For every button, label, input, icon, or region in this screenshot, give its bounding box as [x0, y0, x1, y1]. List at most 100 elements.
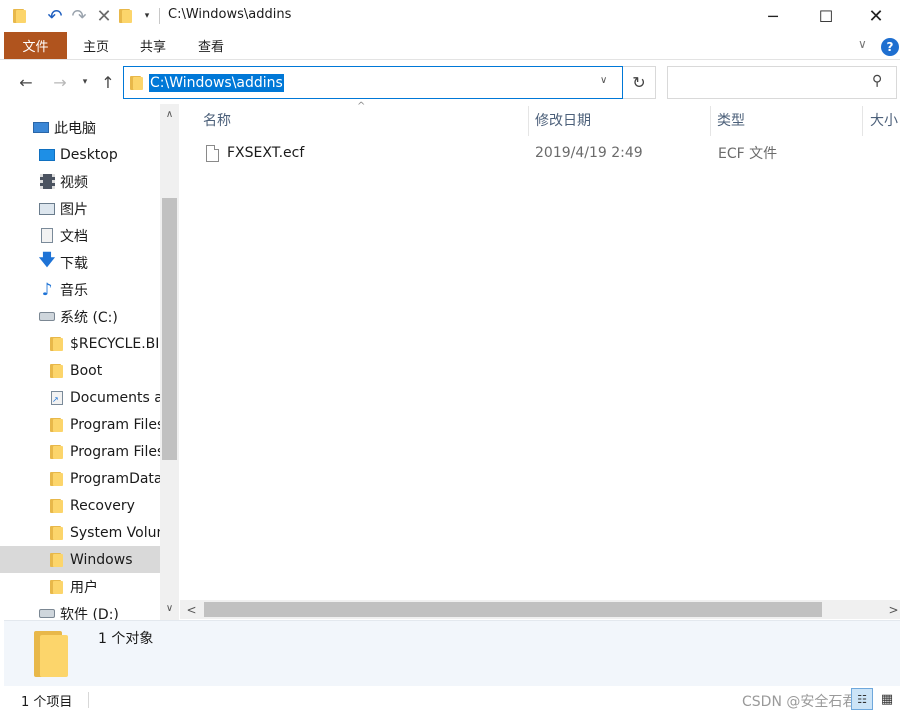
undo-icon[interactable]: ↶	[44, 0, 66, 32]
minimize-button[interactable]: ─	[746, 0, 800, 32]
column-header-modified[interactable]: 修改日期	[535, 108, 591, 132]
tree-item-label: Windows	[70, 551, 133, 568]
tree-item-this-pc[interactable]: 此电脑	[0, 114, 160, 141]
tree-item-folder[interactable]: ProgramData	[0, 465, 160, 492]
column-divider[interactable]	[528, 106, 529, 136]
column-header-name[interactable]: 名称	[203, 108, 231, 132]
address-dropdown-icon[interactable]: ∨	[600, 75, 607, 86]
navigation-pane-scrollbar[interactable]: ∧ ∨	[160, 104, 179, 620]
status-bar: 1 个项目 CSDN @安全石君 ☷ ▦	[0, 686, 900, 715]
tree-item-folder[interactable]: Recovery	[0, 492, 160, 519]
scrollbar-thumb[interactable]	[204, 602, 822, 617]
tree-item-videos[interactable]: 视频	[0, 168, 160, 195]
tree-item-label: Recovery	[70, 497, 135, 514]
up-button[interactable]: ↑	[96, 70, 120, 94]
table-row[interactable]: FXSEXT.ecf 2019/4/19 2:49 ECF 文件	[200, 140, 890, 166]
tree-item-label: ProgramData	[70, 470, 160, 487]
tree-item-folder[interactable]: Program Files	[0, 438, 160, 465]
search-input[interactable]	[674, 73, 864, 93]
back-button[interactable]: ←	[14, 70, 38, 94]
drive-icon	[38, 605, 56, 621]
column-divider[interactable]	[710, 106, 711, 136]
documents-icon	[38, 227, 56, 245]
file-name: FXSEXT.ecf	[227, 145, 305, 161]
customize-quick-access-dropdown-icon[interactable]: ▾	[140, 0, 154, 32]
folder-icon	[48, 524, 66, 542]
tree-item-label: Program Files	[70, 416, 160, 433]
file-list-horizontal-scrollbar[interactable]: < >	[180, 600, 900, 619]
selection-summary: 1 个对象	[98, 631, 154, 647]
item-count: 1 个项目	[21, 695, 73, 710]
refresh-button[interactable]: ↻	[623, 66, 656, 99]
tree-item-label: 视频	[60, 174, 88, 191]
tree-item-folder[interactable]: $RECYCLE.BIN	[0, 330, 160, 357]
scroll-right-icon[interactable]: >	[884, 600, 900, 619]
window-title: C:\Windows\addins	[168, 7, 292, 22]
tree-item-label: Boot	[70, 362, 103, 379]
tree-item-folder[interactable]: Program Files	[0, 411, 160, 438]
folder-icon	[48, 416, 66, 434]
download-icon: 🡇	[38, 250, 56, 269]
tab-share[interactable]: 共享	[124, 32, 182, 59]
tree-item-windows-selected[interactable]: Windows	[0, 546, 160, 573]
forward-button[interactable]: →	[48, 70, 72, 94]
help-icon[interactable]: ?	[881, 38, 899, 56]
tab-home[interactable]: 主页	[68, 32, 124, 59]
tree-item-documents[interactable]: 文档	[0, 222, 160, 249]
tree-item-desktop[interactable]: Desktop	[0, 141, 160, 168]
shortcut-folder-icon: ↗	[48, 389, 66, 407]
tree-item-folder[interactable]: System Volum	[0, 519, 160, 546]
delete-icon[interactable]: ✕	[93, 0, 115, 32]
column-header-size[interactable]: 大小	[870, 108, 898, 132]
tree-item-label: 用户	[70, 579, 98, 596]
large-icons-view-icon[interactable]: ▦	[876, 688, 898, 710]
search-box[interactable]: ⚲	[667, 66, 897, 99]
expand-ribbon-chevron-icon[interactable]: ∨	[858, 37, 867, 51]
folder-icon[interactable]	[10, 0, 30, 32]
tree-item-label: 下载	[60, 255, 88, 272]
navigation-bar: ← → ▾ ↑ C:\Windows\addins ∨ ↻ ⚲	[0, 60, 900, 104]
redo-icon[interactable]: ↷	[68, 0, 90, 32]
tree-item-pictures[interactable]: 图片	[0, 195, 160, 222]
tree-item-folder[interactable]: ↗ Documents ar	[0, 384, 160, 411]
tab-view[interactable]: 查看	[182, 32, 240, 59]
scroll-left-icon[interactable]: <	[182, 600, 201, 619]
details-pane: 1 个对象	[4, 620, 900, 686]
tree-item-label: $RECYCLE.BIN	[70, 335, 160, 352]
properties-folder-icon[interactable]	[117, 0, 135, 32]
tree-item-label: 图片	[60, 201, 88, 218]
file-name-cell: FXSEXT.ecf	[206, 140, 304, 166]
tab-file[interactable]: 文件	[4, 32, 67, 59]
details-view-icon[interactable]: ☷	[851, 688, 873, 710]
address-folder-icon	[130, 75, 144, 91]
tree-item-label: 此电脑	[54, 120, 96, 137]
tree-item-downloads[interactable]: 🡇 下载	[0, 249, 160, 276]
address-input[interactable]: C:\Windows\addins	[149, 74, 284, 92]
tree-item-label: 系统 (C:)	[60, 309, 118, 326]
drive-icon	[38, 308, 56, 326]
tree-item-music[interactable]: ♪ 音乐	[0, 276, 160, 303]
title-bar: ↶ ↷ ✕ ▾ C:\Windows\addins ─ ☐ ✕	[0, 0, 900, 32]
recent-locations-chevron-icon[interactable]: ▾	[78, 70, 92, 94]
status-separator	[88, 692, 89, 708]
tree-item-folder[interactable]: Boot	[0, 357, 160, 384]
close-button[interactable]: ✕	[852, 0, 900, 32]
maximize-button[interactable]: ☐	[799, 0, 853, 32]
folder-icon	[48, 551, 66, 569]
tree-item-label: Desktop	[60, 146, 118, 163]
file-list: ^ 名称 修改日期 类型 大小 FXSEXT.ecf 2019/4/19 2:4…	[180, 101, 900, 620]
tree-item-folder[interactable]: 用户	[0, 573, 160, 600]
file-modified: 2019/4/19 2:49	[535, 145, 643, 161]
scroll-up-icon[interactable]: ∧	[160, 106, 179, 123]
computer-icon	[32, 119, 50, 137]
scroll-down-icon[interactable]: ∨	[160, 600, 179, 617]
address-bar[interactable]: C:\Windows\addins ∨	[123, 66, 623, 99]
tree-item-drive-d[interactable]: 软件 (D:)	[0, 600, 160, 620]
tree-item-label: 音乐	[60, 282, 88, 299]
column-divider[interactable]	[862, 106, 863, 136]
search-icon[interactable]: ⚲	[872, 73, 882, 89]
scrollbar-thumb[interactable]	[162, 198, 177, 460]
folder-icon	[48, 578, 66, 596]
tree-item-drive-c[interactable]: 系统 (C:)	[0, 303, 160, 330]
column-header-type[interactable]: 类型	[717, 108, 745, 132]
